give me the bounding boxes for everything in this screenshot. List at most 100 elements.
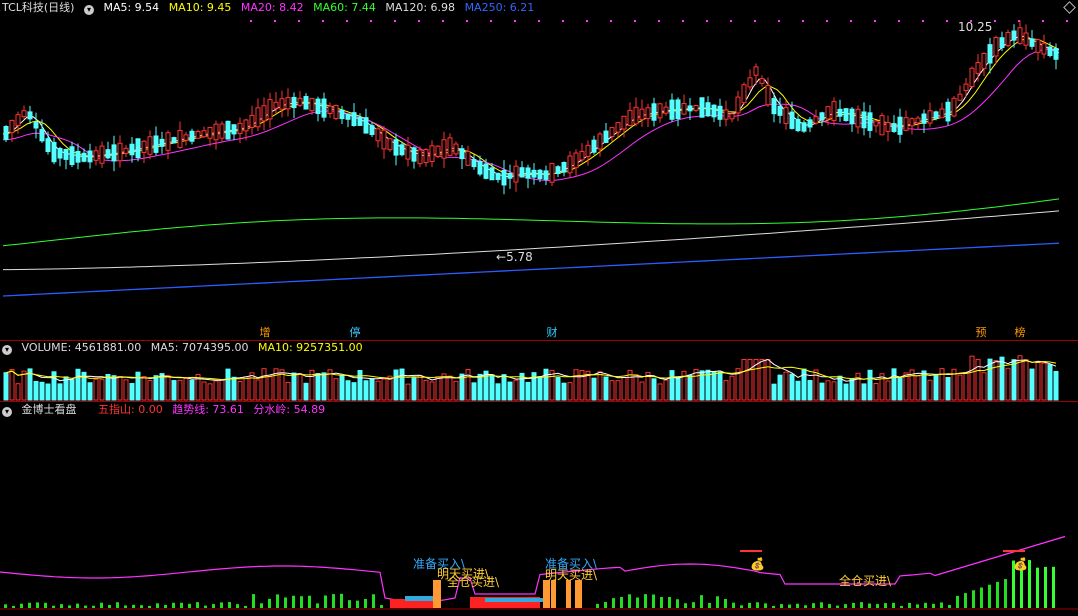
candle-body [483, 163, 489, 179]
volume-pane[interactable]: ▾ VOLUME: 4561881.00 MA5: 7074395.00 MA1… [0, 340, 1078, 402]
volume-bar [375, 380, 381, 401]
indicator-bar [220, 602, 223, 608]
event-badge-forecast[interactable]: 预 [975, 326, 987, 339]
volume-bar [1029, 368, 1035, 401]
indicator-bar [796, 603, 799, 608]
volume-bar [189, 379, 195, 401]
indicator-bar [964, 593, 967, 608]
volume-bar [915, 375, 921, 401]
marker-dot [586, 20, 588, 22]
volume-bar [837, 375, 843, 401]
event-badge-finance[interactable]: 财 [546, 326, 558, 339]
candle-body [789, 111, 795, 129]
volume-bar [819, 382, 825, 401]
candle-body [993, 37, 999, 57]
candle-body [609, 127, 615, 138]
candle-body [765, 84, 771, 106]
indicator-bar [348, 600, 351, 608]
event-badge-increase[interactable]: 增 [259, 326, 271, 339]
candle-body [981, 52, 987, 69]
candle-body [327, 105, 333, 115]
volume-bar [771, 383, 777, 401]
marker-dot [250, 20, 252, 22]
indicator-chart[interactable] [0, 402, 1078, 616]
candle-body [147, 136, 153, 155]
volume-bar [495, 383, 501, 401]
candle-body [813, 116, 819, 124]
indicator-bar [1036, 567, 1039, 608]
volume-bar [453, 380, 459, 401]
candle-body [1047, 46, 1053, 56]
volume-ma10-readout: MA10: 9257351.00 [257, 341, 363, 354]
volume-bar [141, 375, 147, 401]
volume-bar [795, 380, 801, 401]
candle-body [45, 138, 51, 153]
indicator-bar [756, 602, 759, 608]
candle-body [363, 117, 369, 134]
candle-body [1035, 39, 1041, 53]
indicator-bar [244, 605, 247, 608]
volume-bar [591, 377, 597, 401]
volume-bar [729, 375, 735, 401]
candle-body [579, 150, 585, 161]
candle-body [309, 97, 315, 112]
volume-bar [849, 378, 855, 401]
indicator-bar [628, 594, 631, 608]
indicator-bar [132, 604, 135, 608]
candle-body [717, 105, 723, 120]
indicator-bar [716, 596, 719, 608]
signal-block [543, 580, 550, 608]
volume-bar [603, 376, 609, 401]
ma10-readout: MA10: 9.45 [168, 1, 232, 14]
candlestick-chart[interactable] [0, 0, 1078, 340]
candle-body [195, 131, 201, 139]
marker-dot [370, 20, 372, 22]
price-chart-pane[interactable]: TCL科技(日线) ▾ MA5: 9.54 MA10: 9.45 MA20: 8… [0, 0, 1078, 340]
volume-bar [417, 375, 423, 401]
candle-body [651, 103, 657, 121]
marker-dot [490, 20, 492, 22]
indicator-bar [148, 605, 151, 608]
candle-body [495, 172, 501, 181]
indicator-bar [636, 597, 639, 608]
volume-bar [315, 373, 321, 401]
candle-body [465, 151, 471, 166]
candle-body [237, 122, 243, 135]
signal-block [485, 598, 545, 602]
volume-bar [687, 374, 693, 401]
candle-body [129, 143, 135, 156]
candle-body [621, 115, 627, 130]
candle-body [81, 152, 87, 162]
candle-body [3, 125, 9, 140]
candle-body [117, 142, 123, 162]
indicator-bar [932, 603, 935, 608]
signal-cap [1003, 550, 1025, 552]
volume-bar [147, 379, 153, 401]
candle-body [369, 125, 375, 136]
marker-dot [850, 20, 852, 22]
volume-bar [669, 370, 675, 401]
indicator-bar [292, 595, 295, 608]
indicator-bar [772, 605, 775, 608]
volume-bar [213, 380, 219, 401]
candle-body [945, 101, 951, 122]
event-badge-limit[interactable]: 停 [349, 326, 361, 339]
volume-toggle-icon[interactable]: ▾ [2, 345, 12, 355]
candle-body [171, 137, 177, 144]
volume-bar [477, 373, 483, 401]
candle-body [525, 167, 531, 179]
indicator-bar [28, 602, 31, 608]
indicator-pane[interactable]: ▾ 金博士看盘 五指山: 0.00 趋势线: 73.61 分水岭: 54.89 … [0, 402, 1078, 616]
volume-bar [405, 383, 411, 401]
volume-bar [75, 368, 81, 401]
candle-body [291, 96, 297, 109]
candle-body [9, 119, 15, 134]
wuzhishan-readout: 五指山: 0.00 [98, 403, 163, 416]
indicator-toggle-icon[interactable]: ▾ [83, 5, 94, 15]
volume-bar [69, 379, 75, 401]
ma60-readout: MA60: 7.44 [313, 1, 376, 14]
event-badge-list[interactable]: 榜 [1014, 326, 1026, 339]
signal-full-buy-2: 全仓买进\ [839, 574, 892, 588]
indicator-pane-toggle-icon[interactable]: ▾ [2, 407, 12, 417]
indicator-bar [332, 594, 335, 608]
